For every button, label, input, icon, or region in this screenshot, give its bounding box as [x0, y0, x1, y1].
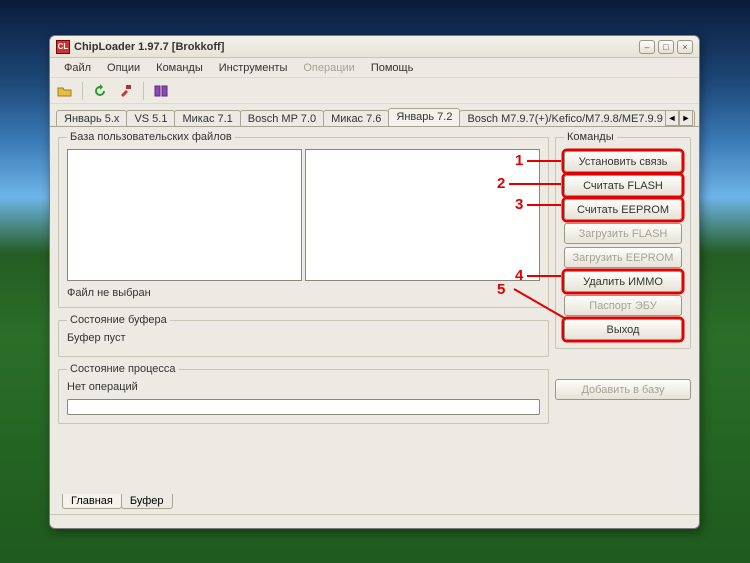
reload-icon[interactable]: [89, 80, 111, 102]
cmd-read-flash-button[interactable]: Считать FLASH: [564, 175, 682, 196]
cmd-load-flash-button: Загрузить FLASH: [564, 223, 682, 244]
app-icon: CL: [56, 40, 70, 54]
menu-help[interactable]: Помощь: [363, 60, 422, 76]
tab-4[interactable]: Микас 7.6: [323, 110, 389, 126]
tab-scroll: ◄ ►: [665, 110, 693, 126]
tab-5[interactable]: Январь 7.2: [388, 108, 460, 126]
tab-3[interactable]: Bosch MP 7.0: [240, 110, 324, 126]
maximize-button[interactable]: □: [658, 40, 674, 54]
tab-6[interactable]: Bosch M7.9.7(+)/Kefico/M7.9.8/ME7.9.9: [459, 110, 670, 126]
toolbar: [50, 78, 699, 104]
commands-group: Команды Установить связь Считать FLASH С…: [555, 131, 691, 349]
tab-1[interactable]: VS 5.1: [126, 110, 175, 126]
menu-file[interactable]: Файл: [56, 60, 99, 76]
commands-list: Установить связь Считать FLASH Считать E…: [564, 151, 682, 340]
add-to-base-button: Добавить в базу: [555, 379, 691, 400]
bottom-tabstrip: Главная Буфер: [50, 494, 699, 514]
app-window: CL ChipLoader 1.97.7 [Brokkoff] – □ × Фа…: [49, 35, 700, 529]
tab-scroll-right-icon[interactable]: ►: [679, 110, 693, 126]
cmd-delete-immo-button[interactable]: Удалить ИММО: [564, 271, 682, 292]
cmd-exit-button[interactable]: Выход: [564, 319, 682, 340]
menu-tools[interactable]: Инструменты: [211, 60, 296, 76]
user-files-group: База пользовательских файлов Файл не выб…: [58, 131, 549, 308]
menu-operations: Операции: [295, 60, 362, 76]
tabstrip: Январь 5.x VS 5.1 Микас 7.1 Bosch MP 7.0…: [50, 104, 699, 126]
toolbar-separator: [82, 82, 83, 100]
book-icon[interactable]: [150, 80, 172, 102]
file-pane-left[interactable]: [67, 149, 302, 281]
buffer-state-group: Состояние буфера Буфер пуст: [58, 314, 549, 357]
file-pane-right[interactable]: [305, 149, 540, 281]
window-title: ChipLoader 1.97.7 [Brokkoff]: [74, 41, 636, 53]
menubar: Файл Опции Команды Инструменты Операции …: [50, 58, 699, 78]
commands-legend: Команды: [564, 131, 617, 143]
progress-bar: [67, 399, 540, 415]
menu-commands[interactable]: Команды: [148, 60, 211, 76]
cmd-load-eeprom-button: Загрузить EEPROM: [564, 247, 682, 268]
right-column: Команды Установить связь Считать FLASH С…: [555, 131, 691, 490]
cmd-connect-button[interactable]: Установить связь: [564, 151, 682, 172]
cmd-read-eeprom-button[interactable]: Считать EEPROM: [564, 199, 682, 220]
file-not-selected-label: Файл не выбран: [67, 287, 540, 299]
left-column: База пользовательских файлов Файл не выб…: [58, 131, 549, 490]
content-area: База пользовательских файлов Файл не выб…: [50, 126, 699, 494]
open-icon[interactable]: [54, 80, 76, 102]
buffer-state-legend: Состояние буфера: [67, 314, 170, 326]
toolbar-separator: [143, 82, 144, 100]
minimize-button[interactable]: –: [639, 40, 655, 54]
buffer-state-text: Буфер пуст: [67, 332, 540, 348]
bottom-tab-buffer[interactable]: Буфер: [121, 494, 173, 509]
process-state-text: Нет операций: [67, 381, 540, 393]
process-state-legend: Состояние процесса: [67, 363, 179, 375]
hammer-icon[interactable]: [115, 80, 137, 102]
statusbar: [50, 514, 699, 528]
close-button[interactable]: ×: [677, 40, 693, 54]
menu-options[interactable]: Опции: [99, 60, 148, 76]
process-state-group: Состояние процесса Нет операций: [58, 363, 549, 424]
tab-0[interactable]: Январь 5.x: [56, 110, 127, 126]
user-files-legend: База пользовательских файлов: [67, 131, 235, 143]
titlebar[interactable]: CL ChipLoader 1.97.7 [Brokkoff] – □ ×: [50, 36, 699, 58]
tab-scroll-left-icon[interactable]: ◄: [665, 110, 679, 126]
tab-2[interactable]: Микас 7.1: [174, 110, 240, 126]
bottom-tab-main[interactable]: Главная: [62, 494, 122, 509]
cmd-ecu-passport-button: Паспорт ЭБУ: [564, 295, 682, 316]
